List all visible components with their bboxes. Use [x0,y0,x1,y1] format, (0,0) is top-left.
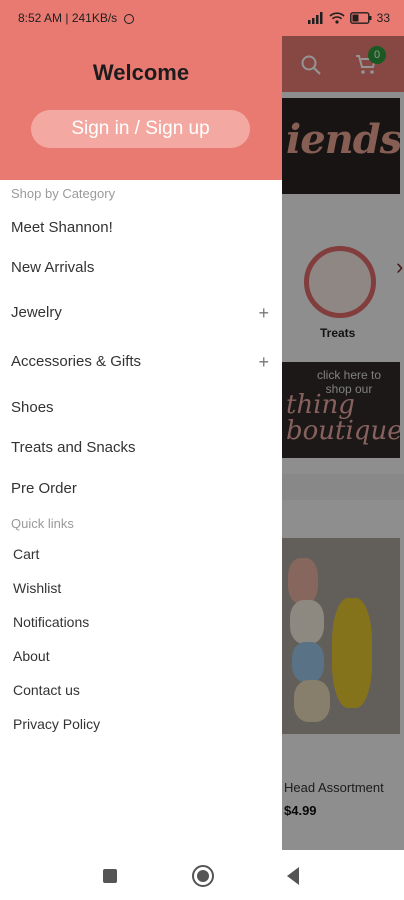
drawer-header: Welcome Sign in / Sign up [0,36,282,180]
quick-link-notifications[interactable]: Notifications [13,608,273,636]
quick-link-about[interactable]: About [13,642,273,670]
category-item-label: Pre Order [11,480,77,497]
status-time-text: 8:52 AM | 241KB/s [18,11,118,25]
quick-link-label: Cart [13,546,40,562]
category-item-label: Treats and Snacks [11,439,136,456]
category-item-label: Jewelry [11,304,62,321]
category-item-shoes[interactable]: Shoes [11,392,273,424]
drawer-scrim[interactable] [282,36,404,850]
recents-square-icon[interactable] [103,869,117,883]
category-item-label: Shoes [11,399,54,416]
quick-link-label: About [13,648,50,664]
quick-link-label: Privacy Policy [13,716,101,732]
welcome-title: Welcome [92,60,190,85]
system-nav-bar [0,850,404,900]
category-item-meet-shannon[interactable]: Meet Shannon! [11,212,273,244]
quick-link-privacy-policy[interactable]: Privacy Policy [13,710,273,738]
category-item-new-arrivals[interactable]: New Arrivals [11,252,273,284]
plus-icon[interactable]: + [258,297,269,329]
category-item-label: New Arrivals [11,259,95,276]
shop-by-category-label: Shop by Category [11,186,116,201]
category-item-label: Meet Shannon! [11,219,113,236]
signal-icon [307,12,323,24]
battery-icon [349,12,372,24]
home-circle-icon[interactable] [192,865,214,887]
status-bar: 8:52 AM | 241KB/s 33 [0,0,404,36]
category-item-jewelry[interactable]: Jewelry + [11,297,273,329]
wifi-icon [329,12,345,24]
alarm-icon [123,14,134,24]
status-icons: 33 [307,11,390,25]
sign-in-button[interactable]: Sign in / Sign up [31,110,250,148]
plus-icon[interactable]: + [258,346,269,378]
back-triangle-icon[interactable] [287,867,299,885]
category-item-pre-order[interactable]: Pre Order [11,473,273,505]
category-item-accessories-gifts[interactable]: Accessories & Gifts + [11,346,273,378]
category-item-treats-snacks[interactable]: Treats and Snacks [11,432,273,464]
quick-links-label: Quick links [11,516,74,531]
navigation-drawer: Welcome Sign in / Sign up Shop by Catego… [0,36,282,850]
category-item-label: Accessories & Gifts [11,353,142,370]
quick-link-wishlist[interactable]: Wishlist [13,574,273,602]
quick-link-label: Wishlist [13,580,62,596]
status-time-group: 8:52 AM | 241KB/s [18,11,134,25]
quick-link-cart[interactable]: Cart [13,540,273,568]
quick-link-contact-us[interactable]: Contact us [13,676,273,704]
battery-percent: 33 [376,11,390,25]
quick-link-label: Notifications [13,614,90,630]
quick-link-label: Contact us [13,682,80,698]
